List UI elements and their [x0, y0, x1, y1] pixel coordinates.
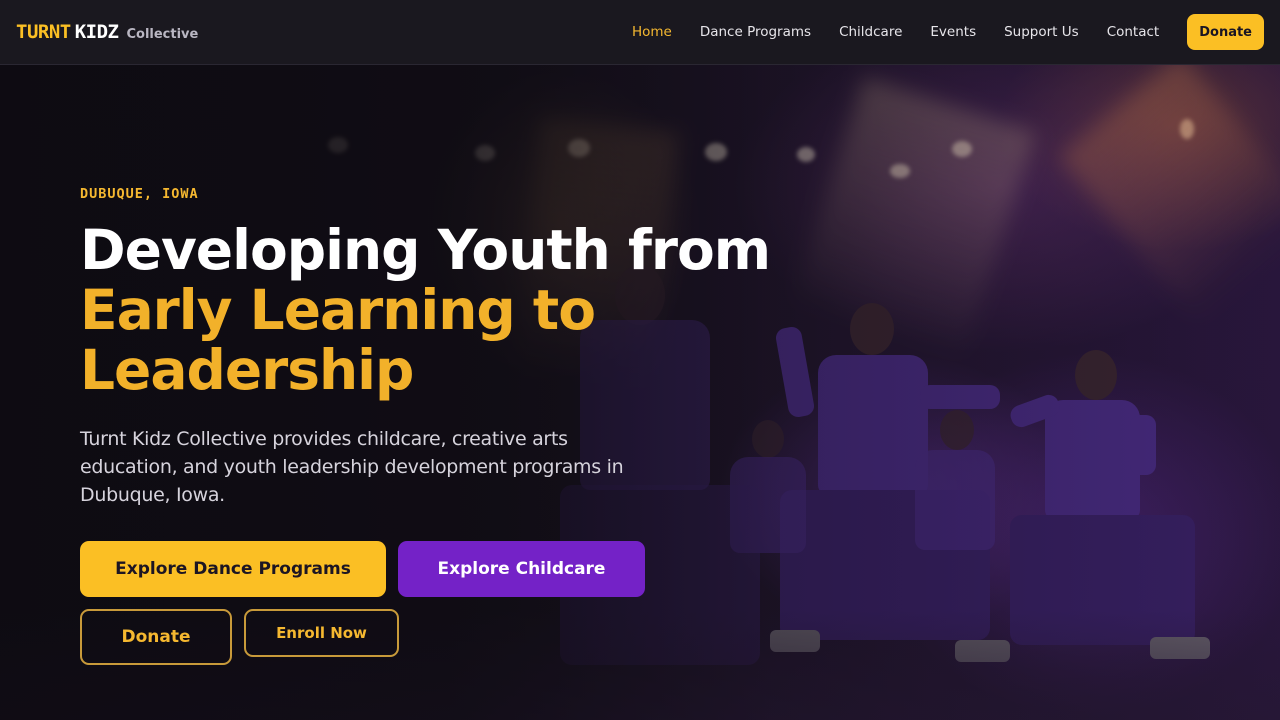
headline-line-3: Leadership — [80, 338, 414, 402]
brand-logo[interactable]: TURNT KIDZ Collective — [16, 21, 198, 43]
nav-link-contact[interactable]: Contact — [1107, 24, 1160, 40]
nav-link-events[interactable]: Events — [930, 24, 976, 40]
hero-donate-button[interactable]: Donate — [80, 609, 232, 665]
nav-donate-button[interactable]: Donate — [1187, 14, 1264, 50]
nav-link-home[interactable]: Home — [632, 24, 672, 40]
explore-childcare-button[interactable]: Explore Childcare — [398, 541, 645, 597]
nav-link-support-us[interactable]: Support Us — [1004, 24, 1079, 40]
nav-link-childcare[interactable]: Childcare — [839, 24, 902, 40]
nav-link-dance-programs[interactable]: Dance Programs — [700, 24, 811, 40]
headline-line-2: Early Learning to — [80, 278, 596, 342]
headline-line-1: Developing Youth from — [80, 218, 771, 282]
brand-collective: Collective — [126, 27, 199, 42]
nav-links: Home Dance Programs Childcare Events Sup… — [632, 14, 1264, 50]
top-nav: TURNT KIDZ Collective Home Dance Program… — [0, 0, 1280, 65]
hero-location-eyebrow: DUBUQUE, IOWA — [80, 186, 199, 202]
hero-headline: Developing Youth from Early Learning to … — [80, 220, 800, 400]
enroll-now-button[interactable]: Enroll Now — [244, 609, 399, 657]
explore-dance-programs-button[interactable]: Explore Dance Programs — [80, 541, 386, 597]
hero-description: Turnt Kidz Collective provides childcare… — [80, 428, 624, 506]
brand-turnt: TURNT — [16, 21, 71, 43]
brand-kidz: KIDZ — [74, 21, 119, 43]
